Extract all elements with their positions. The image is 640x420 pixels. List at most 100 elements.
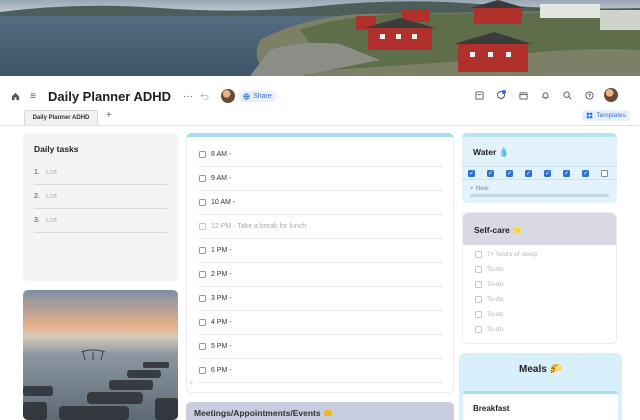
todo-checkbox[interactable] bbox=[475, 326, 482, 333]
time-slot[interactable]: 9 AM - bbox=[199, 167, 443, 191]
time-slot[interactable]: 12 PM - Take a break for lunch bbox=[199, 215, 443, 239]
todo-label: 7+ hours of sleep bbox=[487, 251, 538, 258]
slot-label: 1 PM - bbox=[211, 247, 232, 254]
time-slot[interactable]: 8 AM - bbox=[199, 143, 443, 167]
schedule-card: 8 AM - 9 AM - 10 AM - 12 PM - Take a bre… bbox=[186, 133, 454, 393]
slot-checkbox[interactable] bbox=[199, 247, 206, 254]
slot-label: 10 AM - bbox=[211, 199, 236, 206]
slot-label: 6 PM - bbox=[211, 367, 232, 374]
slot-checkbox[interactable] bbox=[199, 367, 206, 374]
search-icon[interactable] bbox=[560, 88, 574, 102]
time-slot[interactable]: 2 PM - bbox=[199, 263, 443, 287]
tab-daily-planner[interactable]: Daily Planner ADHD bbox=[24, 110, 98, 125]
slot-label: 8 AM - bbox=[211, 151, 232, 158]
todo-item[interactable]: 7+ hours of sleep bbox=[475, 247, 606, 262]
selfcare-card: Self-care ⭐ 7+ hours of sleep To-do To-d… bbox=[462, 212, 617, 344]
help-icon[interactable] bbox=[582, 88, 596, 102]
todo-item[interactable]: To-do bbox=[475, 307, 606, 322]
list-item[interactable]: 2. List bbox=[34, 185, 167, 209]
notifications-icon[interactable] bbox=[494, 88, 508, 102]
todo-label: To-do bbox=[487, 281, 504, 288]
time-slot[interactable]: 10 AM - bbox=[199, 191, 443, 215]
todo-item[interactable]: To-do bbox=[475, 292, 606, 307]
todo-checkbox[interactable] bbox=[475, 311, 482, 318]
slot-checkbox[interactable] bbox=[199, 223, 206, 230]
slot-label: 9 AM - bbox=[211, 175, 232, 182]
more-icon[interactable]: ··· bbox=[183, 89, 193, 103]
add-block-handle[interactable]: + bbox=[189, 380, 193, 387]
water-card: Water 💧 ✓ ✓ ✓ ✓ ✓ ✓ ✓ + New bbox=[462, 133, 617, 203]
todo-item[interactable]: To-do bbox=[475, 322, 606, 337]
user-avatar[interactable] bbox=[604, 88, 618, 102]
pier-photo bbox=[23, 290, 178, 420]
water-checkbox[interactable]: ✓ bbox=[487, 169, 494, 177]
water-checkbox[interactable]: ✓ bbox=[563, 169, 570, 177]
new-row-button[interactable]: + New bbox=[470, 185, 489, 192]
water-checkbox[interactable]: ✓ bbox=[582, 169, 589, 177]
list-number: 3. bbox=[34, 217, 40, 224]
list-item[interactable]: 3. List bbox=[34, 209, 167, 233]
todo-checkbox[interactable] bbox=[475, 281, 482, 288]
time-slot[interactable]: 1 PM - bbox=[199, 239, 443, 263]
slot-checkbox[interactable] bbox=[199, 199, 206, 206]
slot-label: 5 PM - bbox=[211, 343, 232, 350]
share-button[interactable]: Share bbox=[239, 90, 276, 102]
collaborator-avatar[interactable] bbox=[221, 89, 236, 103]
templates-icon bbox=[587, 112, 593, 119]
menu-icon[interactable]: ≡ bbox=[26, 89, 40, 103]
meetings-card: Meetings/Appointments/Events 🤝 bbox=[186, 402, 454, 420]
add-tab-button[interactable]: + bbox=[106, 110, 112, 121]
water-title: Water 💧 bbox=[473, 147, 510, 157]
time-slot[interactable]: 6 PM - bbox=[199, 359, 443, 383]
slot-checkbox[interactable] bbox=[199, 343, 206, 350]
todo-item[interactable]: To-do bbox=[475, 262, 606, 277]
water-checkbox-row: ✓ ✓ ✓ ✓ ✓ ✓ ✓ bbox=[462, 166, 617, 180]
archive-icon[interactable] bbox=[472, 88, 486, 102]
slot-label: 12 PM - Take a break for lunch bbox=[211, 223, 307, 230]
slot-label: 3 PM - bbox=[211, 295, 232, 302]
breakfast-label: Breakfast bbox=[473, 404, 510, 413]
share-label: Share bbox=[253, 92, 272, 100]
slot-checkbox[interactable] bbox=[199, 175, 206, 182]
slot-label: 2 PM - bbox=[211, 271, 232, 278]
cover-image bbox=[0, 0, 640, 76]
home-icon[interactable] bbox=[8, 89, 22, 103]
meals-card: Meals 🌮 Breakfast bbox=[459, 353, 622, 420]
header-actions bbox=[472, 88, 618, 102]
tab-bar: Daily Planner ADHD + Templates bbox=[0, 110, 640, 126]
page-header: ≡ Daily Planner ADHD ··· Share bbox=[0, 84, 640, 108]
slot-checkbox[interactable] bbox=[199, 319, 206, 326]
list-text: List bbox=[46, 217, 57, 224]
todo-item[interactable]: To-do bbox=[475, 277, 606, 292]
todo-checkbox[interactable] bbox=[475, 266, 482, 273]
bell-icon[interactable] bbox=[538, 88, 552, 102]
water-checkbox[interactable] bbox=[601, 169, 608, 177]
water-checkbox[interactable]: ✓ bbox=[468, 169, 475, 177]
breakfast-card: Breakfast bbox=[463, 391, 618, 420]
todo-checkbox[interactable] bbox=[475, 296, 482, 303]
todo-checkbox[interactable] bbox=[475, 251, 482, 258]
time-slot[interactable]: 3 PM - bbox=[199, 287, 443, 311]
undo-icon[interactable] bbox=[197, 89, 211, 103]
daily-tasks-title: Daily tasks bbox=[34, 144, 79, 154]
todo-label: To-do bbox=[487, 266, 504, 273]
daily-tasks-list: 1. List 2. List 3. List bbox=[34, 161, 167, 233]
time-slot[interactable]: 4 PM - bbox=[199, 311, 443, 335]
time-slot[interactable]: 5 PM - bbox=[199, 335, 443, 359]
water-checkbox[interactable]: ✓ bbox=[544, 169, 551, 177]
todo-label: To-do bbox=[487, 311, 504, 318]
water-checkbox[interactable]: ✓ bbox=[525, 169, 532, 177]
todo-label: To-do bbox=[487, 296, 504, 303]
daily-tasks-card: Daily tasks 1. List 2. List 3. List bbox=[23, 133, 178, 281]
slot-checkbox[interactable] bbox=[199, 295, 206, 302]
list-number: 2. bbox=[34, 193, 40, 200]
list-number: 1. bbox=[34, 169, 40, 176]
templates-label: Templates bbox=[596, 112, 626, 119]
water-checkbox[interactable]: ✓ bbox=[506, 169, 513, 177]
templates-button[interactable]: Templates bbox=[582, 110, 630, 121]
calendar-icon[interactable] bbox=[516, 88, 530, 102]
slot-checkbox[interactable] bbox=[199, 271, 206, 278]
slot-checkbox[interactable] bbox=[199, 151, 206, 158]
list-item[interactable]: 1. List bbox=[34, 161, 167, 185]
scrollbar[interactable] bbox=[470, 194, 609, 197]
